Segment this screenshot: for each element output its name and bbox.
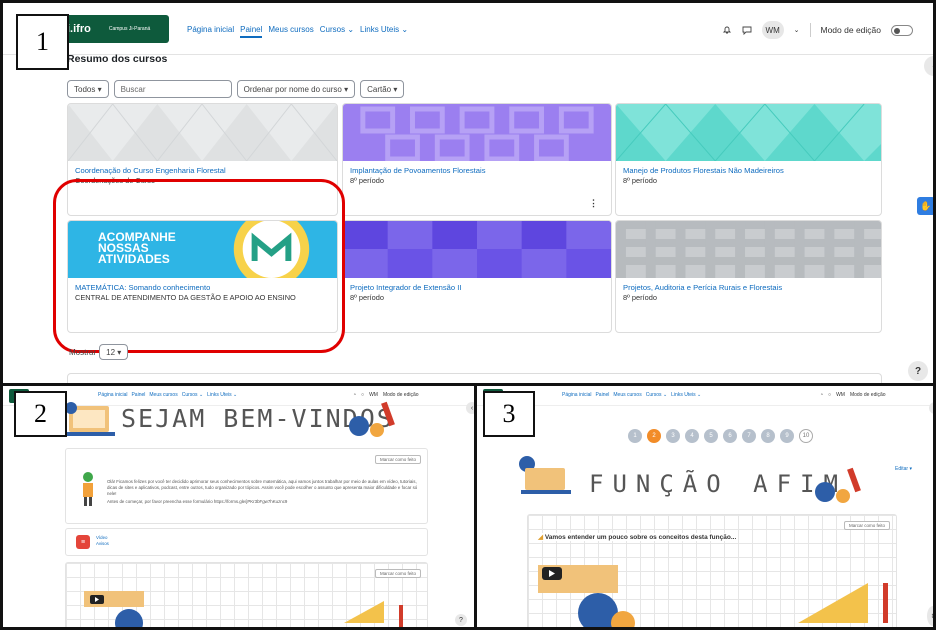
panel-label-3: 3 [483,391,535,437]
panel-label-2: 2 [14,391,67,437]
outer-frame [0,0,936,630]
panel-label-1: 1 [16,14,69,70]
